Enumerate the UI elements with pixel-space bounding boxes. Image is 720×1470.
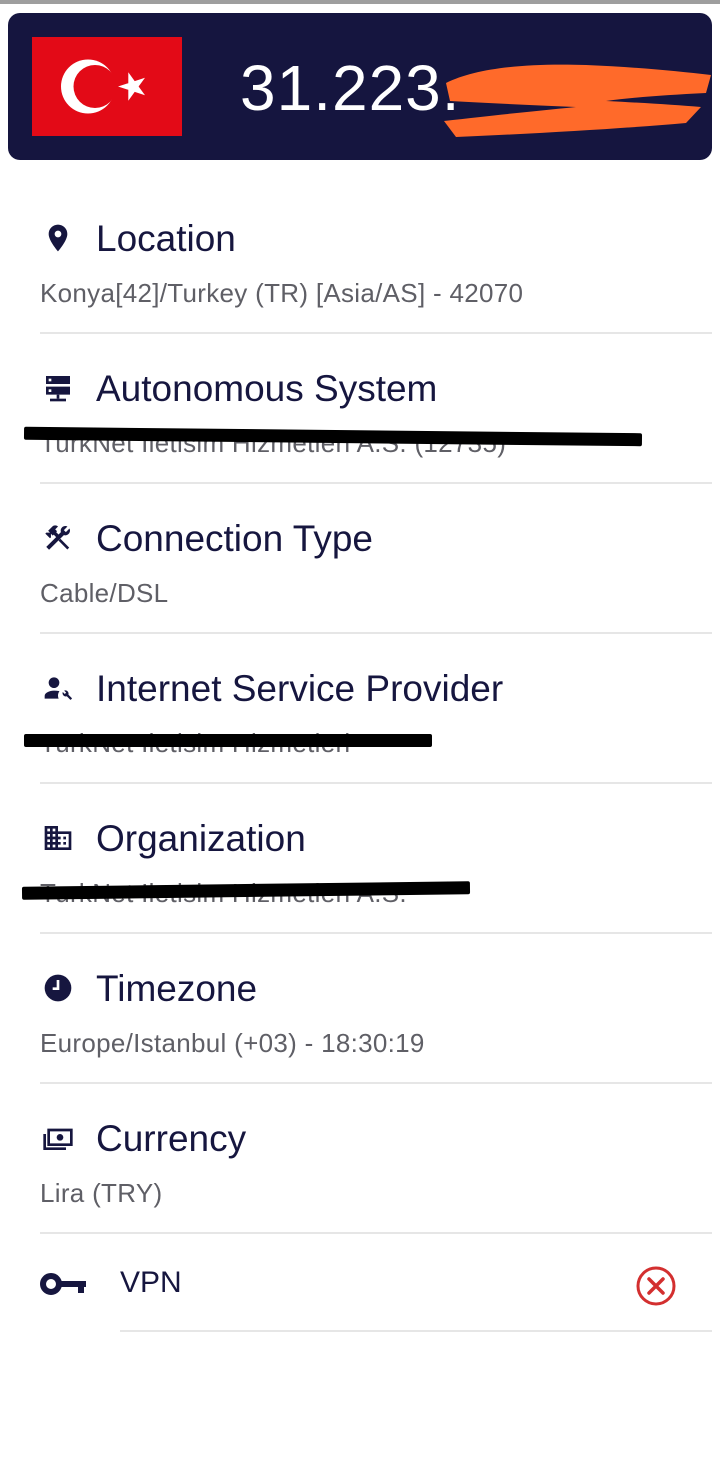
person-wrench-icon: [40, 670, 76, 706]
isp-title: Internet Service Provider: [96, 668, 504, 709]
vpn-label: VPN: [120, 1266, 182, 1299]
divider: [40, 482, 712, 484]
currency-value: Lira (TRY): [40, 1178, 163, 1208]
vpn-row[interactable]: VPN: [0, 1240, 720, 1330]
divider: [40, 1082, 712, 1084]
turkey-flag-icon: [32, 37, 182, 136]
divider: [40, 632, 712, 634]
divider: [40, 782, 712, 784]
location-pin-icon: [40, 220, 76, 256]
divider: [40, 332, 712, 334]
divider: [120, 1330, 712, 1332]
status-bar-edge: [0, 0, 720, 4]
connection-title: Connection Type: [96, 518, 374, 559]
close-circle-icon: [636, 1266, 676, 1306]
location-value: Konya[42]/Turkey (TR) [Asia/AS] - 42070: [40, 278, 524, 308]
ip-header-card: 31.223.: [8, 13, 712, 160]
tools-icon: [40, 520, 76, 556]
connection-value: Cable/DSL: [40, 578, 169, 608]
asn-title: Autonomous System: [96, 368, 438, 409]
organization-title: Organization: [96, 818, 306, 859]
key-icon: [40, 1273, 86, 1295]
redaction-mark: [24, 734, 432, 747]
divider: [40, 932, 712, 934]
money-icon: [40, 1120, 76, 1156]
building-icon: [40, 820, 76, 856]
server-icon: [40, 370, 76, 406]
ip-address: 31.223.: [240, 52, 461, 124]
redaction-mark: [444, 64, 711, 137]
location-title: Location: [96, 218, 236, 259]
currency-title: Currency: [96, 1118, 247, 1159]
timezone-title: Timezone: [96, 968, 258, 1009]
timezone-value: Europe/Istanbul (+03) - 18:30:19: [40, 1028, 425, 1058]
clock-icon: [40, 970, 76, 1006]
divider: [40, 1232, 712, 1234]
